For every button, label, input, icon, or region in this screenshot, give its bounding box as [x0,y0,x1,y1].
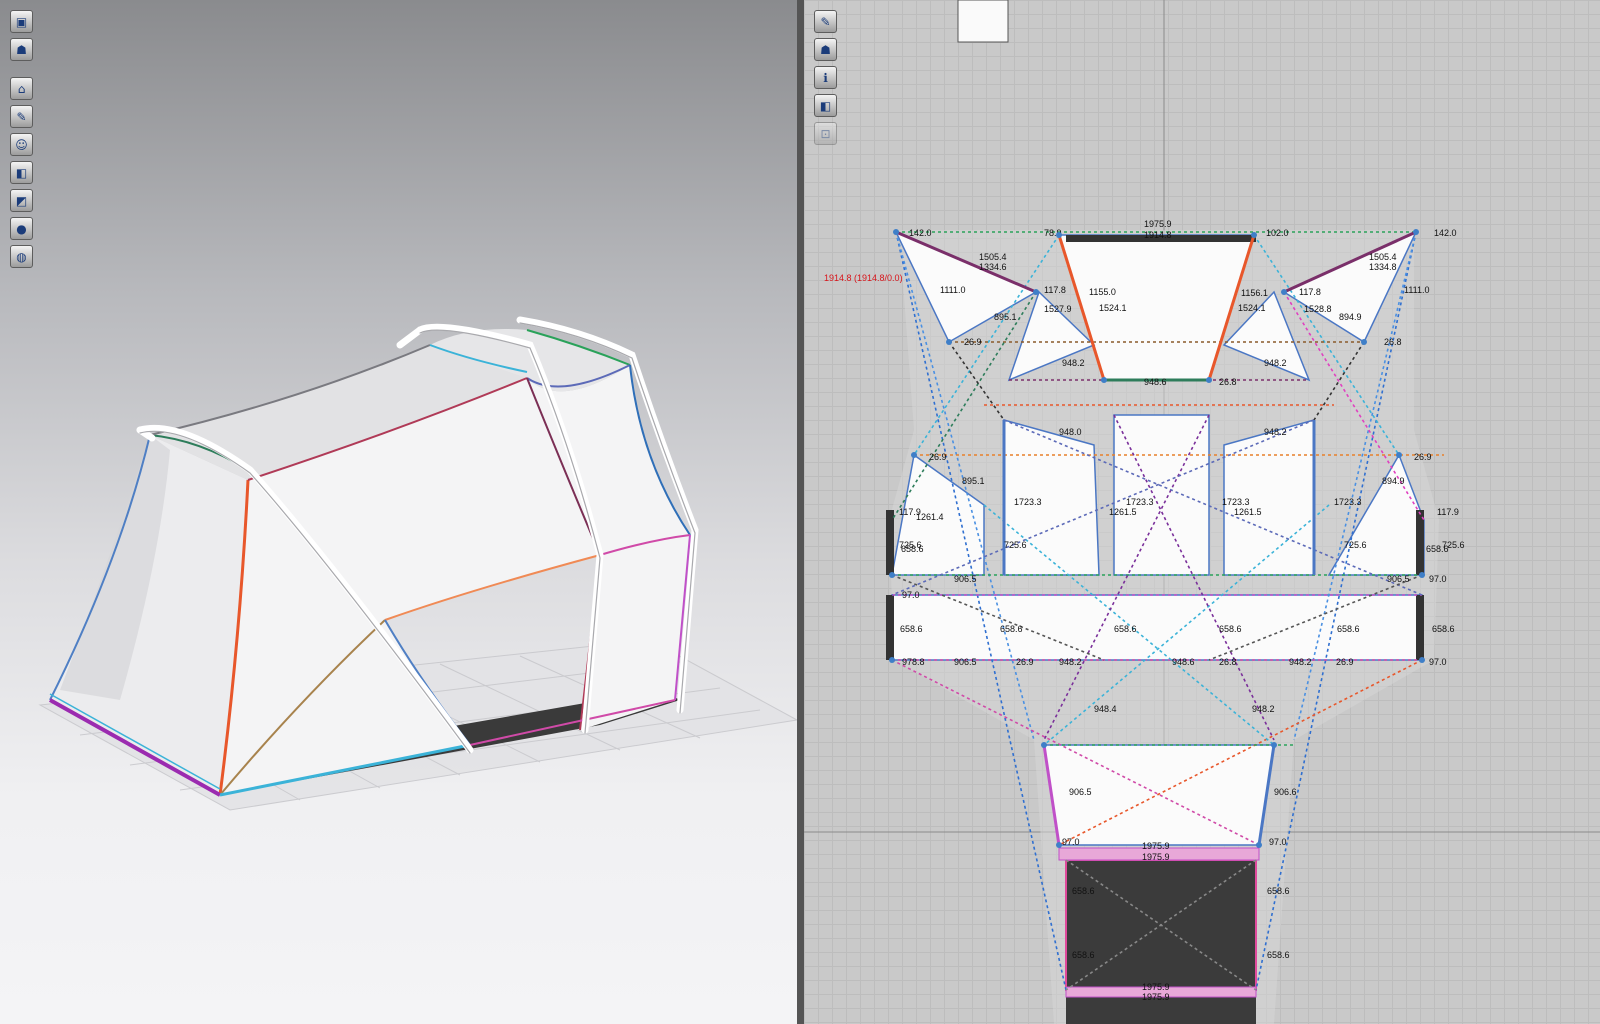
measurement-label: 1524.1 [1099,303,1127,313]
measurement-label: 658.6 [1426,544,1449,554]
measurement-label: 948.2 [1264,427,1287,437]
measurement-label: 97.0 [1062,837,1080,847]
measurement-label: 906.6 [1274,787,1297,797]
measurement-label: 97.0 [1429,574,1447,584]
measurement-label: 1975.9 [1142,982,1170,992]
measurement-label: 948.2 [1289,657,1312,667]
measurement-label: 1156.1 [1241,288,1268,298]
measurement-label: 97.0 [1429,657,1447,667]
measurement-label: 1334.6 [979,262,1007,272]
measurement-label: 1914.8 [1144,230,1172,240]
measurement-label: 1334.8 [1369,262,1397,272]
piece-center-mid [1113,414,1210,576]
measurement-label: 26.8 [1384,337,1402,347]
measurement-label: 658.6 [900,624,923,634]
measurement-label: 658.6 [1432,624,1455,634]
pattern-canvas[interactable]: 1914.8 (1914.8/0.0) 1975.9 1914.8 142.0 … [804,0,1600,1024]
measurement-label: 894.9 [1339,312,1362,322]
measurement-label: 117.8 [1299,287,1321,297]
tent-3d-model[interactable] [0,0,797,1024]
measurement-label: 948.6 [1172,657,1195,667]
measurement-label: 1723.3 [1014,497,1042,507]
measurement-label: 1111.0 [940,285,966,295]
measurement-label: 1155.0 [1089,287,1116,297]
measurement-label: 948.0 [1059,427,1082,437]
measurement-label: 894.9 [1382,476,1405,486]
measurement-label: 658.6 [1267,886,1290,896]
measurement-label: 1975.9 [1142,992,1170,1002]
measurement-label: 142.0 [909,228,932,238]
measurement-label: 906.5 [1387,574,1410,584]
measurement-label: 1261.5 [1234,507,1262,517]
measurement-label: 117.8 [1044,285,1066,295]
viewport-divider[interactable] [797,0,804,1024]
measurement-label: 978.8 [902,657,925,667]
measurement-label: 948.4 [1094,704,1117,714]
measurement-label: 906.5 [954,657,977,667]
measurement-label: 26.9 [1336,657,1354,667]
measurement-label: 97.0 [1269,837,1287,847]
3d-viewport[interactable]: ▣ ☗ ⌂ ✎ ☺ ◧ ◩ ● ◍ [0,0,797,1024]
measurement-label: 1975.9 [1142,841,1170,851]
measurement-label: 1723.3 [1334,497,1362,507]
measurement-label: 948.2 [1264,358,1287,368]
measurement-label: 948.6 [1144,377,1167,387]
measurement-label: 1505.4 [979,252,1007,262]
measurement-label: 117.9 [1437,507,1459,517]
measurement-label: 1528.8 [1304,304,1332,314]
measurement-label: 1527.9 [1044,304,1072,314]
measurement-label: 1975.9 [1142,852,1170,862]
measurement-label: 142.0 [1434,228,1457,238]
measurement-label: 658.6 [1072,886,1095,896]
measurement-label: 26.9 [1414,452,1432,462]
measurement-label: 725.6 [1004,540,1027,550]
measurement-label: 906.5 [1069,787,1092,797]
measurement-label: 26.9 [929,452,947,462]
measurement-label: 102.0 [1266,228,1289,238]
measurement-label: 97.0 [902,590,920,600]
measurement-label: 1723.3 [1126,497,1154,507]
measurement-label: 1723.3 [1222,497,1250,507]
2d-pattern-viewport[interactable]: ✎ ☗ ℹ ◧ ⊡ 1914.8 (1914.8/0.0) 1975.9 191… [804,0,1600,1024]
measurement-label: 117.9 [899,507,921,517]
measurement-label: 895.1 [994,312,1017,322]
measurement-label: 1975.9 [1144,219,1172,229]
measurement-label: 658.6 [1114,624,1137,634]
measurement-label: 1505.4 [1369,252,1397,262]
measurement-label: 1111.0 [1404,285,1430,295]
measurement-label: 658.6 [1337,624,1360,634]
measurement-label: 658.6 [1219,624,1242,634]
measurement-label: 725.6 [1344,540,1367,550]
measurement-label: 1261.5 [1109,507,1137,517]
measurement-label: 658.6 [901,544,924,554]
measurement-label: 658.6 [1000,624,1023,634]
measurement-label: 948.2 [1062,358,1085,368]
selection-readout: 1914.8 (1914.8/0.0) [824,273,903,283]
measurement-label: 658.6 [1072,950,1095,960]
measurement-label: 26.9 [964,337,982,347]
measurement-label: 26.8 [1219,657,1237,667]
measurement-label: 906.5 [954,574,977,584]
measurement-label: 948.2 [1059,657,1082,667]
measurement-label: 658.6 [1267,950,1290,960]
measurement-label: 895.1 [962,476,985,486]
measurement-label: 26.9 [1016,657,1034,667]
measurement-label: 1524.1 [1238,303,1266,313]
measurement-label: 26.8 [1219,377,1237,387]
small-pattern-piece [957,0,1009,43]
measurement-label: 948.2 [1252,704,1275,714]
